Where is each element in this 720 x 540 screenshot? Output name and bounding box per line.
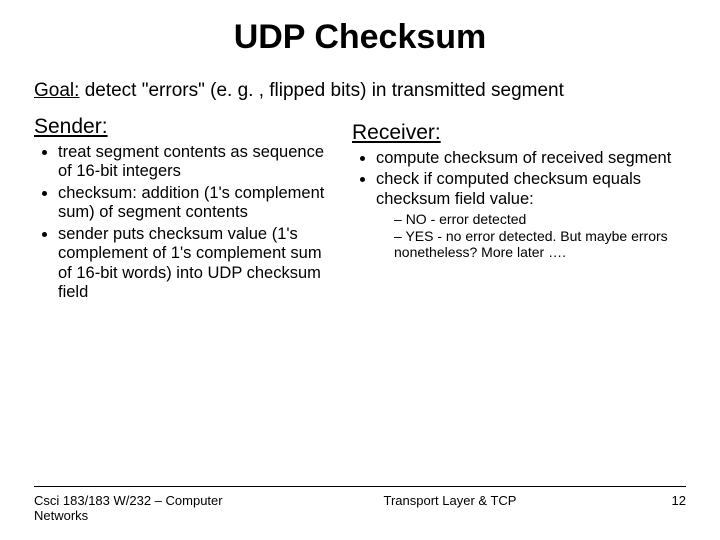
goal-text: detect "errors" (e. g. , flipped bits) i… (79, 80, 563, 101)
footer-page-number: 12 (646, 493, 686, 508)
goal-line: Goal: detect "errors" (e. g. , flipped b… (34, 79, 686, 103)
two-column: Sender: treat segment contents as sequen… (34, 115, 686, 305)
list-item: sender puts checksum value (1's compleme… (58, 225, 334, 303)
receiver-list: compute checksum of received segment che… (352, 149, 686, 261)
slide-title: UDP Checksum (34, 18, 686, 57)
slide: UDP Checksum Goal: detect "errors" (e. g… (0, 0, 720, 540)
sender-column: Sender: treat segment contents as sequen… (34, 115, 334, 305)
list-item: check if computed checksum equals checks… (376, 170, 686, 260)
sender-list: treat segment contents as sequence of 16… (34, 143, 334, 303)
list-item-text: check if computed checksum equals checks… (376, 170, 641, 207)
receiver-sublist: NO - error detected YES - no error detec… (376, 211, 686, 261)
list-item: YES - no error detected. But maybe error… (394, 228, 686, 261)
slide-footer: Csci 183/183 W/232 – Computer Networks T… (34, 486, 686, 524)
list-item: compute checksum of received segment (376, 149, 686, 168)
list-item: NO - error detected (394, 211, 686, 228)
footer-center: Transport Layer & TCP (254, 493, 646, 508)
receiver-heading: Receiver: (352, 121, 686, 145)
footer-left: Csci 183/183 W/232 – Computer Networks (34, 493, 254, 524)
receiver-column: Receiver: compute checksum of received s… (352, 115, 686, 305)
list-item: checksum: addition (1's complement sum) … (58, 184, 334, 223)
goal-label: Goal: (34, 80, 79, 101)
sender-heading: Sender: (34, 115, 334, 139)
list-item: treat segment contents as sequence of 16… (58, 143, 334, 182)
